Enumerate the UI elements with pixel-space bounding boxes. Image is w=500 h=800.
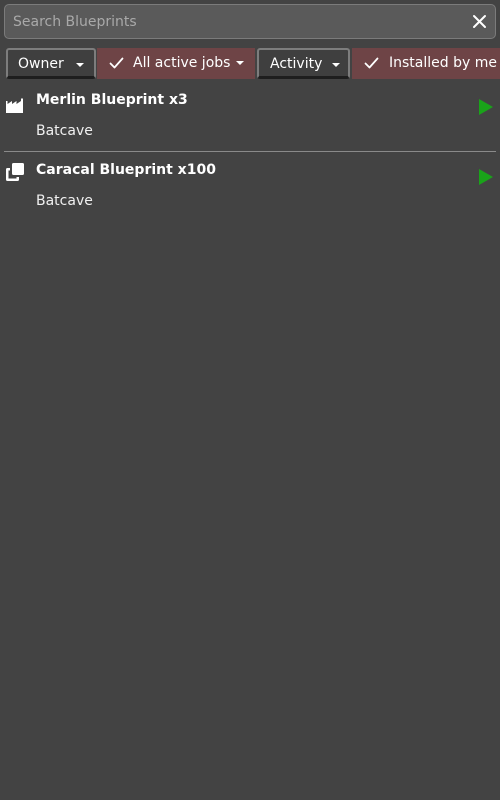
play-icon[interactable] [478, 168, 494, 186]
play-icon[interactable] [478, 98, 494, 116]
divider [4, 151, 496, 152]
chevron-down-icon [76, 63, 84, 67]
owner-filter-label: Owner [18, 56, 64, 72]
job-location: Batcave [36, 123, 93, 139]
job-row[interactable]: Merlin Blueprint x3 Batcave [0, 84, 500, 154]
check-icon [109, 57, 124, 69]
factory-icon [6, 98, 23, 113]
check-icon [364, 57, 379, 69]
job-title: Caracal Blueprint x100 [36, 162, 216, 178]
filter-bar: Owner All active jobs Activity Installed… [4, 46, 500, 80]
copy-icon [6, 163, 24, 181]
activity-filter-dropdown[interactable]: Activity [257, 48, 350, 79]
all-active-jobs-label: All active jobs [133, 55, 231, 71]
search-bar [4, 4, 496, 39]
owner-filter-dropdown[interactable]: Owner [6, 48, 96, 79]
installed-by-me-label: Installed by me [389, 55, 497, 71]
chevron-down-icon [332, 63, 340, 67]
activity-filter-label: Activity [270, 56, 323, 72]
close-icon[interactable] [472, 14, 487, 29]
job-location: Batcave [36, 193, 93, 209]
chevron-down-icon [236, 61, 244, 65]
job-row[interactable]: Caracal Blueprint x100 Batcave [0, 154, 500, 224]
job-title: Merlin Blueprint x3 [36, 92, 188, 108]
search-input[interactable] [13, 5, 463, 38]
all-active-jobs-filter[interactable]: All active jobs [97, 48, 255, 79]
installed-by-me-filter[interactable]: Installed by me [352, 48, 500, 79]
